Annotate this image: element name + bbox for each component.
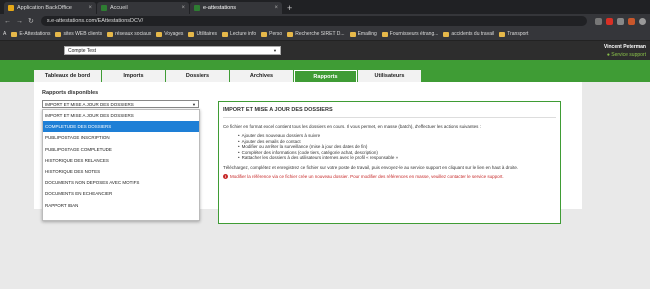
report-select[interactable]: IMPORT ET MISE A JOUR DES DOSSIERS ▼ xyxy=(42,100,199,108)
report-info-panel: IMPORT ET MISE A JOUR DES DOSSIERS Ce fi… xyxy=(218,101,561,224)
tab-imports[interactable]: Imports xyxy=(102,70,165,82)
folder-icon xyxy=(222,31,228,37)
browser-tab-label: e-attestations xyxy=(203,5,237,11)
bookmark-item[interactable]: accidents du travail xyxy=(443,31,494,37)
dropdown-option-highlighted[interactable]: COMPLETUDE DES DOSSIERS xyxy=(43,121,199,133)
dropdown-option[interactable]: PUBLIPOSTAGE COMPLETUDE xyxy=(43,144,199,155)
browser-tab-label: Application BackOffice xyxy=(17,5,72,11)
folder-icon xyxy=(499,31,506,37)
dropdown-option[interactable]: PUBLIPOSTAGE INSCRIPTION xyxy=(43,132,199,143)
folder-icon xyxy=(349,31,356,37)
bookmark-item[interactable]: Voyages xyxy=(156,31,183,37)
folder-icon xyxy=(287,31,294,37)
reload-icon[interactable]: ↻ xyxy=(28,17,34,25)
bookmark-item[interactable]: Utilitaires xyxy=(188,31,217,37)
reports-title: Rapports disponibles xyxy=(42,90,99,96)
app-icon xyxy=(8,5,14,11)
warning-message: ! Modifier la référence via ce fichier c… xyxy=(223,174,556,180)
company-select[interactable]: Compte Test ▼ xyxy=(64,46,281,55)
browser-tab-strip: Application BackOffice × Accueil × e-att… xyxy=(0,0,650,14)
tab-archives[interactable]: Archives xyxy=(230,70,293,82)
profile-icon[interactable] xyxy=(639,17,646,25)
folder-icon xyxy=(107,31,114,37)
bookmarks-bar: A E-Attestations sites WEB clients résea… xyxy=(0,28,650,41)
dropdown-option[interactable]: HISTORIQUE DES RELANCES xyxy=(43,155,199,166)
bookmark-item[interactable]: Fournisseurs étrang... xyxy=(381,31,438,37)
browser-tab-label: Accueil xyxy=(110,5,128,11)
apps-icon[interactable]: A xyxy=(3,31,6,37)
pdf-extension-icon[interactable] xyxy=(606,17,613,25)
nav-bar: Tableaux de bord Imports Dossiers Archiv… xyxy=(0,60,650,82)
main-tabs: Tableaux de bord Imports Dossiers Archiv… xyxy=(34,70,422,82)
panel-bullets: Ajouter des nouveaux dossiers à suivre A… xyxy=(223,133,556,161)
browser-tab[interactable]: Accueil × xyxy=(97,2,189,14)
browser-tab-active[interactable]: e-attestations × xyxy=(190,2,282,14)
bookmark-item[interactable]: Perso xyxy=(261,31,282,37)
folder-icon xyxy=(443,31,450,37)
new-tab-button[interactable]: + xyxy=(283,2,296,14)
user-box: Vincent Peterman ● Service support xyxy=(604,44,646,58)
bookmark-item[interactable]: sites WEB clients xyxy=(55,31,102,37)
panel-intro: Ce fichier en format excel contient tous… xyxy=(223,124,481,129)
bookmark-item[interactable]: Lecture info xyxy=(222,31,256,37)
close-icon[interactable]: × xyxy=(181,5,185,11)
tab-rapports[interactable]: Rapports xyxy=(294,70,357,82)
close-icon[interactable]: × xyxy=(88,5,92,11)
folder-icon xyxy=(156,31,163,37)
dropdown-option[interactable]: RAPPORT IBAN xyxy=(43,200,199,211)
forward-icon[interactable]: → xyxy=(16,18,23,25)
user-name: Vincent Peterman xyxy=(603,44,646,50)
close-icon[interactable]: × xyxy=(274,5,278,11)
bookmark-item[interactable]: réseaux sociaux xyxy=(107,31,151,37)
panel-title: IMPORT ET MISE A JOUR DES DOSSIERS xyxy=(223,107,556,118)
extension-icon[interactable] xyxy=(628,17,635,25)
bookmark-item[interactable]: Emailing xyxy=(349,31,377,37)
url-field[interactable]: s.e-attestations.com/EAttestationsDCV/ xyxy=(40,16,587,26)
bookmark-item[interactable]: Recherche SIRET D... xyxy=(287,31,345,37)
support-link[interactable]: ● Service support xyxy=(604,52,646,58)
folder-icon xyxy=(55,31,62,37)
panel-instructions: Téléchargez, complétez et enregistrez ce… xyxy=(223,164,519,170)
tab-tableaux-de-bord[interactable]: Tableaux de bord xyxy=(34,70,101,82)
chevron-down-icon: ▼ xyxy=(273,48,277,53)
tab-dossiers[interactable]: Dossiers xyxy=(166,70,229,82)
folder-icon xyxy=(381,31,388,37)
back-icon[interactable]: ← xyxy=(4,18,11,25)
report-select-value: IMPORT ET MISE A JOUR DES DOSSIERS xyxy=(45,102,134,107)
company-select-value: Compte Test xyxy=(68,48,96,54)
app-header: Compte Test ▼ Vincent Peterman ● Service… xyxy=(0,41,650,60)
dropdown-option[interactable]: IMPORT ET MISE A JOUR DES DOSSIERS xyxy=(43,110,199,121)
address-bar: ← → ↻ s.e-attestations.com/EAttestations… xyxy=(0,14,650,28)
check-icon xyxy=(194,5,200,11)
folder-icon xyxy=(11,31,18,37)
chevron-down-icon: ▼ xyxy=(192,102,196,107)
alert-icon: ! xyxy=(223,174,228,180)
list-item: Rattacher les dossiers à des utilisateur… xyxy=(238,155,556,161)
extension-icon[interactable] xyxy=(617,17,624,25)
browser-tab[interactable]: Application BackOffice × xyxy=(4,2,96,14)
check-icon xyxy=(101,5,107,11)
report-dropdown-list: IMPORT ET MISE A JOUR DES DOSSIERS COMPL… xyxy=(42,109,200,221)
dropdown-option[interactable]: HISTORIQUE DES NOTES xyxy=(43,166,199,177)
bookmark-item[interactable]: E-Attestations xyxy=(11,31,50,37)
folder-icon xyxy=(188,31,195,37)
extension-icon[interactable] xyxy=(595,17,602,25)
dropdown-option[interactable]: DOCUMENTS EN ECHEANCIER xyxy=(43,188,199,199)
bookmark-item[interactable]: Transport xyxy=(499,31,528,37)
tab-utilisateurs[interactable]: Utilisateurs xyxy=(358,70,421,82)
warning-text: Modifier la référence via ce fichier cré… xyxy=(230,173,504,179)
folder-icon xyxy=(261,31,268,37)
dropdown-option[interactable]: DOCUMENTS NON DEPOSES AVEC MOTIFS xyxy=(43,177,199,188)
